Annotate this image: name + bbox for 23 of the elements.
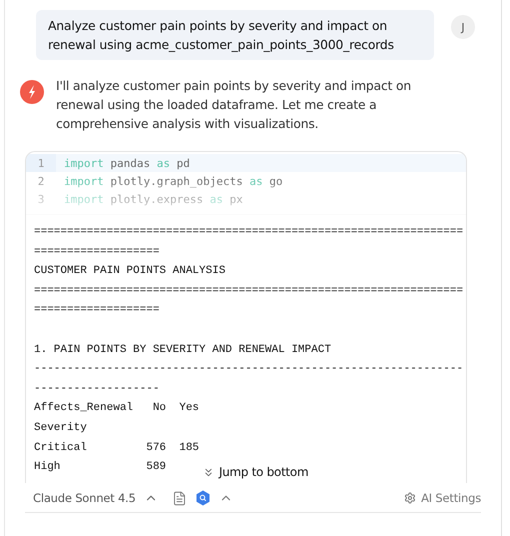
settings-icon (404, 492, 416, 504)
output-line: =================== (34, 304, 160, 316)
ai-settings-button[interactable]: AI Settings (404, 489, 481, 507)
output-line: =================== (34, 246, 160, 258)
bolt-icon (20, 80, 44, 104)
output-line: ================================================================= (34, 226, 464, 238)
output-line: ----------------------------------------------------------------- (34, 363, 464, 376)
output-line: ================================================================= (34, 284, 464, 297)
output-line: ------------------- (34, 382, 160, 395)
output-line: Critical 576 185 (34, 442, 200, 454)
assistant-message: I'll analyze customer pain points by severity and impact on renewal using the loaded dataframe. Let me create a comprehensive analysis with visualizations. (56, 77, 412, 133)
output-line: Affects_Renewal No Yes (34, 402, 200, 414)
output-line: CUSTOMER PAIN POINTS ANALYSIS (34, 265, 226, 278)
document-icon[interactable] (172, 490, 187, 506)
user-avatar: J (451, 15, 475, 39)
model-selector[interactable]: Claude Sonnet 4.5 (33, 489, 158, 507)
search-icon[interactable] (194, 490, 211, 506)
output-line: Severity (34, 422, 87, 434)
user-message: Analyze customer pain points by severity and impact on renewal using acme_customer_pain_points_3000_records (36, 10, 434, 60)
code-line: 3 import plotly.express as px (36, 192, 244, 208)
output-line: 1. PAIN POINTS BY SEVERITY AND RENEWAL IMPACT (34, 344, 332, 356)
output-line: High 589 (34, 461, 166, 474)
code-line: 2 import plotly.graph_objects as go (36, 174, 284, 190)
